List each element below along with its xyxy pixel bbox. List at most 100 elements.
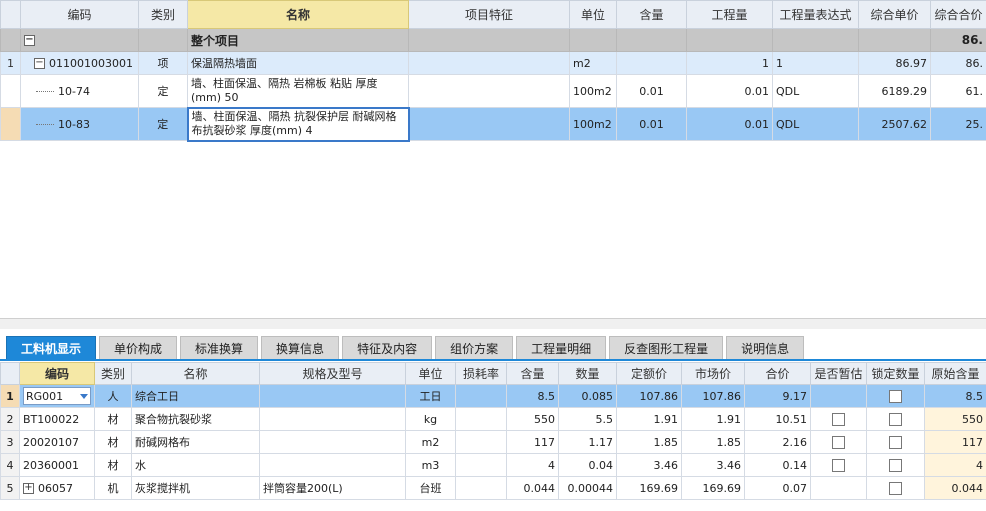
resource-content[interactable]: 117 [506,430,559,454]
col-header-name[interactable]: 名称 [131,362,260,385]
resource-row[interactable]: 2 BT100022 材 聚合物抗裂砂浆 kg 550 5.5 1.91 1.9… [0,407,986,431]
resource-unit[interactable]: m2 [405,430,456,454]
resource-spec[interactable] [259,384,406,408]
col-header-expression[interactable]: 工程量表达式 [772,0,859,29]
resource-type[interactable]: 机 [94,476,132,500]
resource-loss[interactable] [455,476,507,500]
resource-loss[interactable] [455,453,507,477]
resource-row[interactable]: 5 +06057 机 灰浆搅拌机 拌筒容量200(L) 台班 0.044 0.0… [0,476,986,500]
lock-quantity-checkbox[interactable] [889,481,902,495]
col-header-code[interactable]: 编码 [19,362,95,385]
quota-type[interactable]: 定 [138,107,188,141]
resource-content[interactable]: 550 [506,407,559,431]
col-header-unit[interactable]: 单位 [405,362,456,385]
quota-expression[interactable]: QDL [772,107,859,141]
resource-type[interactable]: 材 [94,453,132,477]
resource-unit[interactable]: 台班 [405,476,456,500]
quota-code-cell[interactable]: 10-74 [20,74,139,108]
tab-labor-material-machine[interactable]: 工料机显示 [6,336,97,360]
resource-market-price[interactable]: 1.91 [681,407,745,431]
col-header-content[interactable]: 含量 [506,362,559,385]
col-header-content[interactable]: 含量 [616,0,687,29]
resource-market-price[interactable]: 3.46 [681,453,745,477]
quota-content[interactable]: 0.01 [616,107,687,141]
quota-unit[interactable]: 100m2 [569,107,617,141]
resource-code[interactable]: BT100022 [19,407,95,431]
resource-name[interactable]: 聚合物抗裂砂浆 [131,407,260,431]
item-quantity[interactable]: 1 [686,51,773,75]
quota-unit[interactable]: 100m2 [569,74,617,108]
panel-splitter[interactable] [0,318,986,329]
col-header-type[interactable]: 类别 [138,0,188,29]
resource-name[interactable]: 耐碱网格布 [131,430,260,454]
quota-name[interactable]: 墙、柱面保温、隔热 岩棉板 粘贴 厚度(mm) 50 [187,74,409,108]
col-header-lock-quantity[interactable]: 锁定数量 [866,362,925,385]
resource-code-cell[interactable]: RG001 [19,384,95,408]
resource-name[interactable]: 水 [131,453,260,477]
resource-spec[interactable] [259,453,406,477]
resource-market-price[interactable]: 107.86 [681,384,745,408]
col-header-original-content[interactable]: 原始含量 [924,362,986,385]
col-header-type[interactable]: 类别 [94,362,132,385]
resource-amount[interactable]: 0.00044 [558,476,617,500]
resource-name[interactable]: 综合工日 [131,384,260,408]
resource-amount[interactable]: 0.085 [558,384,617,408]
resource-market-price[interactable]: 1.85 [681,430,745,454]
resource-spec[interactable] [259,407,406,431]
provisional-checkbox[interactable] [832,435,845,449]
tab-conversion-info[interactable]: 换算信息 [261,336,340,360]
lock-quantity-checkbox[interactable] [889,435,902,449]
tab-pricing-scheme[interactable]: 组价方案 [435,336,514,360]
resource-spec[interactable] [259,430,406,454]
col-header-quantity[interactable]: 工程量 [686,0,773,29]
item-code-cell[interactable]: −011001003001 [20,51,139,75]
quota-code-cell[interactable]: 10-83 [20,107,139,141]
tab-price-composition[interactable]: 单价构成 [99,336,178,360]
quota-feature[interactable] [408,107,570,141]
resource-unit[interactable]: kg [405,407,456,431]
col-header-total[interactable]: 合价 [744,362,811,385]
quota-row[interactable]: 10-74 定 墙、柱面保温、隔热 岩棉板 粘贴 厚度(mm) 50 100m2… [0,74,986,108]
resource-code[interactable]: 20020107 [19,430,95,454]
resource-row-selected[interactable]: 1 RG001 人 综合工日 工日 8.5 0.085 107.86 107.8… [0,384,986,408]
collapse-icon[interactable]: − [34,58,45,69]
collapse-icon[interactable]: − [24,35,35,46]
quota-quantity[interactable]: 0.01 [686,107,773,141]
provisional-checkbox[interactable] [832,458,845,472]
col-header-unit-price[interactable]: 综合单价 [858,0,931,29]
item-content[interactable] [616,51,687,75]
tab-quantity-detail[interactable]: 工程量明细 [516,336,607,360]
item-unit[interactable]: m2 [569,51,617,75]
lock-quantity-checkbox[interactable] [889,458,902,472]
item-expression[interactable]: 1 [772,51,859,75]
col-header-market-price[interactable]: 市场价 [681,362,745,385]
resource-code[interactable]: 20360001 [19,453,95,477]
item-type[interactable]: 项 [138,51,188,75]
expand-icon[interactable]: + [23,483,34,494]
resource-row[interactable]: 4 20360001 材 水 m3 4 0.04 3.46 3.46 0.14 … [0,453,986,477]
col-header-quota-price[interactable]: 定额价 [616,362,682,385]
resource-unit[interactable]: 工日 [405,384,456,408]
col-header-spec[interactable]: 规格及型号 [259,362,406,385]
quota-expression[interactable]: QDL [772,74,859,108]
col-header-loss-rate[interactable]: 损耗率 [455,362,507,385]
quota-type[interactable]: 定 [138,74,188,108]
quota-quantity[interactable]: 0.01 [686,74,773,108]
tab-graphic-quantity-lookup[interactable]: 反查图形工程量 [609,336,724,360]
resource-type[interactable]: 材 [94,407,132,431]
resource-loss[interactable] [455,407,507,431]
col-header-code[interactable]: 编码 [20,0,139,29]
resource-type[interactable]: 人 [94,384,132,408]
chevron-down-icon[interactable] [80,393,88,399]
resource-row[interactable]: 3 20020107 材 耐碱网格布 m2 117 1.17 1.85 1.85… [0,430,986,454]
resource-code-cell[interactable]: +06057 [19,476,95,500]
quota-row-selected[interactable]: 10-83 定 墙、柱面保温、隔热 抗裂保护层 耐碱网格布抗裂砂浆 厚度(mm)… [0,106,986,142]
resource-content[interactable]: 0.044 [506,476,559,500]
tab-description[interactable]: 说明信息 [726,336,805,360]
resource-loss[interactable] [455,384,507,408]
col-header-amount[interactable]: 数量 [558,362,617,385]
provisional-checkbox[interactable] [832,412,845,426]
tab-features-content[interactable]: 特征及内容 [342,336,433,360]
code-combo[interactable]: RG001 [23,387,91,405]
resource-market-price[interactable]: 169.69 [681,476,745,500]
